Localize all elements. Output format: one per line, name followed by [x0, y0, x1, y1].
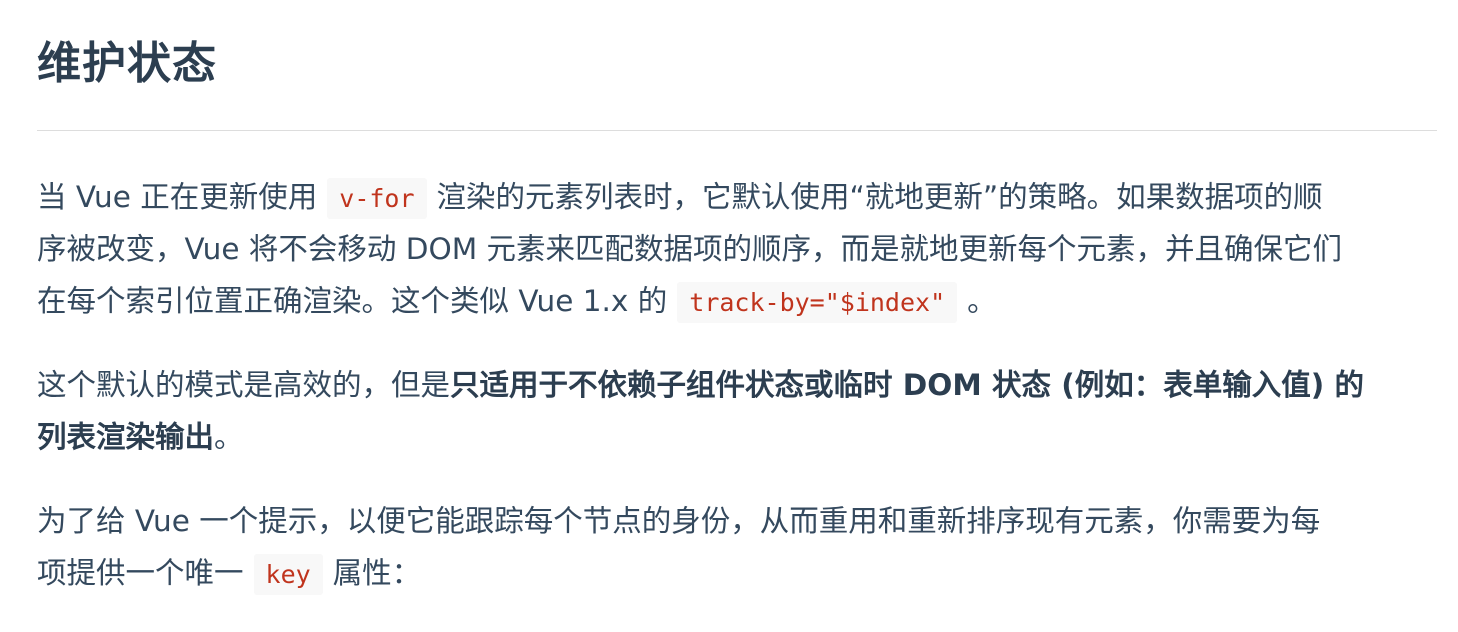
inline-code-track-by: track-by="$index": [677, 282, 958, 323]
text-line: 项提供一个唯一 key 属性：: [37, 547, 1437, 599]
bold-text: 列表渲染输出: [37, 420, 215, 454]
text-span: 。: [214, 420, 244, 454]
text-span: 项提供一个唯一: [37, 556, 244, 590]
text-span: 属性：: [332, 556, 422, 590]
section-heading: 维护状态: [37, 38, 217, 89]
inline-code-key: key: [253, 554, 323, 595]
text-line: 在每个索引位置正确渲染。这个类似 Vue 1.x 的 track-by="$ind…: [37, 275, 1437, 327]
heading-divider: [37, 130, 1437, 131]
paragraph-default-mode: 这个默认的模式是高效的，但是只适用于不依赖子组件状态或临时 DOM 状态 (例如…: [37, 359, 1437, 463]
paragraph-in-place-patch: 当 Vue 正在更新使用 v-for 渲染的元素列表时，它默认使用“就地更新”的策略…: [37, 171, 1437, 327]
text-span: 在每个索引位置正确渲染。这个类似 Vue 1.x 的: [37, 284, 668, 318]
inline-code-v-for: v-for: [327, 178, 427, 219]
doc-article: 维护状态 当 Vue 正在更新使用 v-for 渲染的元素列表时，它默认使用“就地更…: [0, 0, 1437, 599]
text-line: 序被改变，Vue 将不会移动 DOM 元素来匹配数据项的顺序，而是就地更新每个元…: [37, 232, 1343, 266]
bold-text: 只适用于不依赖子组件状态或临时 DOM 状态 (例如：表单输入值) 的: [450, 368, 1364, 402]
text-span: 当 Vue 正在更新使用: [37, 180, 318, 214]
text-line: 当 Vue 正在更新使用 v-for 渲染的元素列表时，它默认使用“就地更新”的策略…: [37, 171, 1437, 223]
paragraph-key-attribute: 为了给 Vue 一个提示，以便它能跟踪每个节点的身份，从而重用和重新排序现有元素…: [37, 495, 1437, 599]
text-span: 这个默认的模式是高效的，但是: [37, 368, 451, 402]
text-line: 这个默认的模式是高效的，但是只适用于不依赖子组件状态或临时 DOM 状态 (例如…: [37, 359, 1437, 411]
text-line: 为了给 Vue 一个提示，以便它能跟踪每个节点的身份，从而重用和重新排序现有元素…: [37, 504, 1321, 538]
text-line: 列表渲染输出。: [37, 411, 1437, 463]
text-span: 渲染的元素列表时，它默认使用“就地更新”的策略。如果数据项的顺: [436, 180, 1323, 214]
text-span: 。: [967, 284, 997, 318]
